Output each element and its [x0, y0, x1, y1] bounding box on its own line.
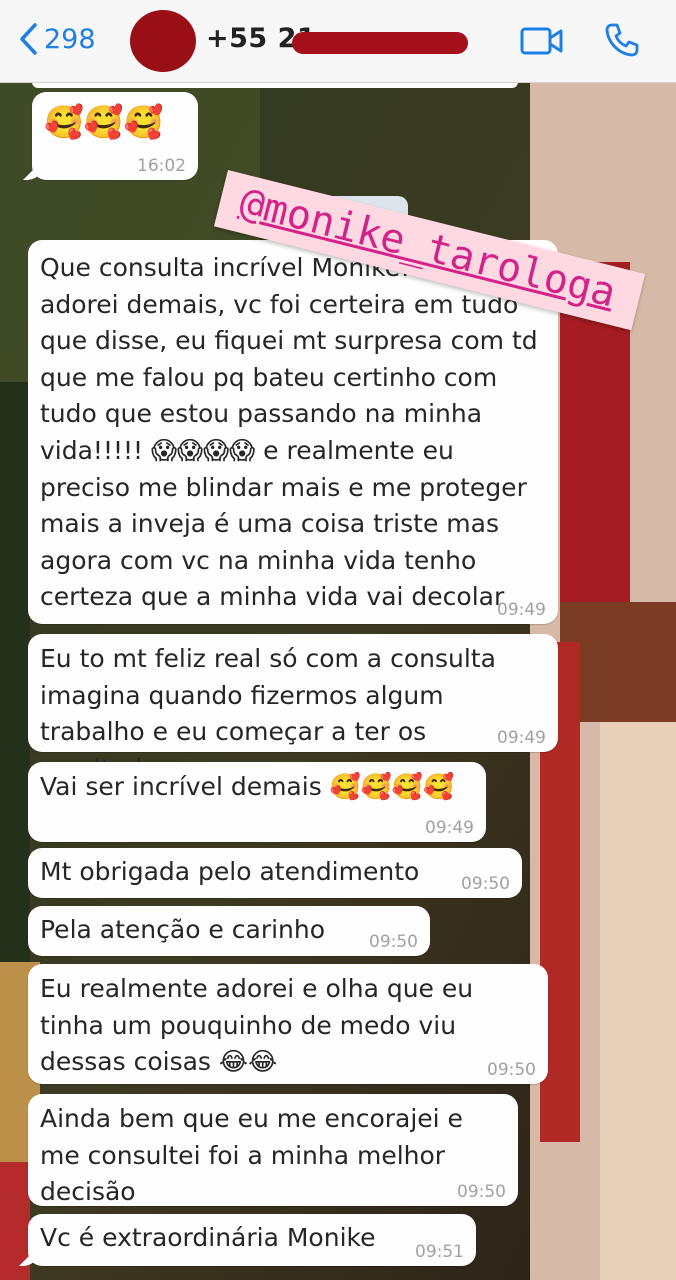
video-call-button[interactable] — [520, 24, 564, 62]
message-time: 09:50 — [369, 932, 418, 952]
chevron-left-icon — [20, 23, 37, 55]
back-count: 298 — [44, 23, 96, 55]
back-button[interactable]: 298 — [18, 22, 96, 56]
message-bubble[interactable]: Vc é extraordinária Monike 09:51 — [19, 1214, 476, 1266]
avatar[interactable] — [130, 10, 196, 72]
message-text: Ainda bem que eu me encorajei e me consu… — [40, 1104, 463, 1207]
message-bubble[interactable]: 🥰🥰🥰 16:02 — [23, 92, 198, 180]
phone-icon — [605, 23, 639, 57]
message-time: 09:50 — [461, 874, 510, 894]
message-time: 16:02 — [137, 156, 186, 176]
message-text: Vai ser incrível demais 🥰🥰🥰🥰 — [40, 772, 455, 801]
message-bubble[interactable]: Eu to mt feliz real só com a consulta im… — [28, 634, 558, 783]
video-call-icon — [520, 27, 563, 55]
chat-header: 298 +55 21 — [0, 0, 676, 83]
message-bubble[interactable]: Pela atenção e carinho 09:50 — [28, 906, 430, 956]
message-text: Eu realmente adorei e olha que eu tinha … — [40, 974, 474, 1077]
message-time: 09:49 — [497, 728, 546, 748]
message-bubble[interactable]: Que consulta incrível Monike!!! Eu adore… — [28, 240, 558, 624]
message-bubble[interactable]: Eu realmente adorei e olha que eu tinha … — [28, 964, 548, 1084]
message-time: 09:50 — [457, 1182, 506, 1202]
message-time: 09:49 — [497, 600, 546, 620]
message-time: 09:49 — [425, 818, 474, 838]
message-bubble[interactable]: Vai ser incrível demais 🥰🥰🥰🥰 09:49 — [28, 762, 486, 842]
redacted-number — [292, 32, 468, 54]
message-text: Vc é extraordinária Monike — [40, 1223, 376, 1252]
message-bubble[interactable]: Ainda bem que eu me encorajei e me consu… — [28, 1094, 518, 1206]
message-time: 09:51 — [415, 1242, 464, 1262]
chat-screen: 298 +55 21 🥰🥰🥰 16:02 Hoje @monike_tarolo… — [0, 0, 676, 1280]
message-text: Que consulta incrível Monike!!! Eu adore… — [40, 253, 538, 612]
message-text: Mt obrigada pelo atendimento — [40, 857, 420, 886]
message-bubble[interactable]: Mt obrigada pelo atendimento 09:50 — [28, 848, 522, 898]
message-time: 09:50 — [487, 1060, 536, 1080]
voice-call-button[interactable] — [604, 22, 640, 62]
message-text: 🥰🥰🥰 — [44, 103, 164, 141]
